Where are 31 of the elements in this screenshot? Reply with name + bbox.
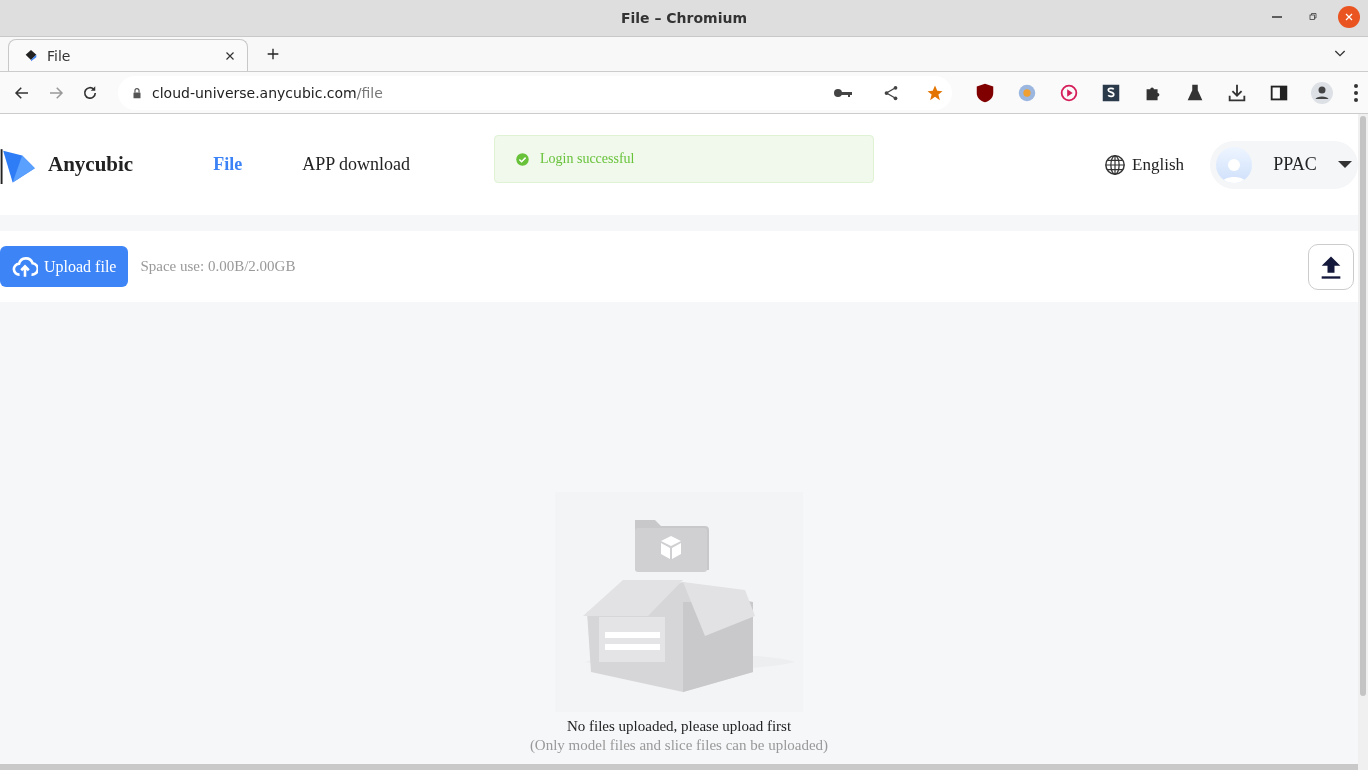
share-icon: [882, 83, 900, 102]
menu-icon: [1354, 83, 1358, 102]
language-selector[interactable]: English: [1098, 152, 1190, 177]
shield-icon: [974, 81, 996, 104]
toast-message: Login successful: [540, 151, 635, 167]
close-button[interactable]: [1338, 6, 1360, 28]
empty-state-hint: (Only model files and slice files can be uploaded): [529, 737, 829, 754]
tab-title: File: [47, 47, 72, 64]
brand-name: Anycubic: [48, 152, 134, 177]
check-circle-icon: [515, 151, 530, 167]
globe-icon: [1104, 153, 1127, 176]
window-title: File – Chromium: [620, 10, 748, 26]
browser-tab[interactable]: File: [8, 39, 248, 71]
caret-icon: [1338, 161, 1352, 168]
storage-usage: Space use: 0.00B/2.00GB: [140, 258, 296, 275]
nav-link[interactable]: APP download: [302, 154, 411, 175]
minimize-icon: [1272, 16, 1282, 18]
favicon-icon: [23, 47, 39, 64]
plus-icon: [265, 46, 281, 62]
empty-state-title: No files uploaded, please upload first: [566, 718, 792, 735]
upload-icon-button[interactable]: [1308, 243, 1354, 290]
close-icon: [1343, 11, 1355, 23]
profile-avatar-icon: [1310, 80, 1334, 105]
key-icon: [834, 88, 852, 97]
avatar-silhouette-icon: [1216, 146, 1252, 183]
address-bar[interactable]: cloud-universe.anycubic.com/file: [118, 75, 952, 110]
restore-icon: [1307, 11, 1319, 23]
user-menu[interactable]: PPAC: [1210, 140, 1358, 189]
url-text: cloud-universe.anycubic.com/file: [152, 84, 384, 101]
upload-button[interactable]: Upload file: [0, 246, 129, 287]
nav-link[interactable]: File: [213, 154, 243, 175]
